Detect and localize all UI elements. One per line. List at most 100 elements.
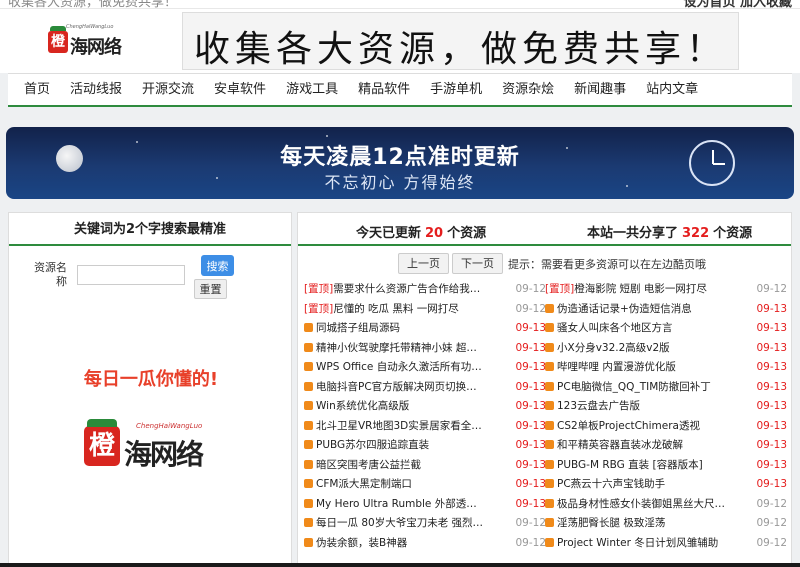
resource-date: 09-13 bbox=[515, 419, 546, 432]
resource-title[interactable]: 哔哩哔哩 内置漫游优化版 bbox=[557, 361, 676, 373]
list-item[interactable]: 电脑抖音PC官方版解决网页切换烦恼 09-13 bbox=[304, 378, 546, 398]
resource-title[interactable]: 极品身材性感女仆装御姐黑丝大尺度诱... bbox=[557, 498, 727, 510]
nav-item[interactable]: 首页 bbox=[24, 74, 50, 106]
resource-title[interactable]: PUBG-M RBG 直装 [容器版本] bbox=[557, 459, 703, 471]
resource-title[interactable]: 同城搭子组局源码 bbox=[316, 322, 400, 334]
list-item[interactable]: CS2单板ProjectChimera透视 09-13 bbox=[545, 417, 787, 437]
resource-title[interactable]: My Hero Ultra Rumble 外部透视自... bbox=[316, 498, 486, 510]
list-item[interactable]: Project Winter 冬日计划风雏辅助 09-12 bbox=[545, 534, 787, 554]
list-item[interactable]: 和平精英容器直装冰龙破解 09-13 bbox=[545, 436, 787, 456]
resource-title[interactable]: 淫荡肥臀长腿 极致淫荡 bbox=[557, 517, 665, 529]
resource-date: 09-12 bbox=[515, 283, 546, 295]
nav-item[interactable]: 活动线报 bbox=[70, 74, 122, 106]
resource-title[interactable]: 和平精英容器直装冰龙破解 bbox=[557, 439, 683, 451]
list-item[interactable]: 每日一瓜 80岁大爷宝刀未老 强烈推荐... 09-12 bbox=[304, 514, 546, 534]
list-item[interactable]: 北斗卫星VR地图3D实景居家看全球景... 09-13 bbox=[304, 417, 546, 437]
resource-icon bbox=[304, 401, 313, 410]
resource-title[interactable]: 每日一瓜 80岁大爷宝刀未老 强烈推荐... bbox=[316, 517, 486, 529]
resource-title[interactable]: CS2单板ProjectChimera透视 bbox=[557, 420, 700, 432]
search-button[interactable]: 搜索 bbox=[201, 255, 234, 276]
resource-date: 09-13 bbox=[515, 341, 546, 354]
resource-icon bbox=[304, 362, 313, 371]
resource-date: 09-13 bbox=[756, 439, 787, 451]
list-item[interactable]: My Hero Ultra Rumble 外部透视自... 09-13 bbox=[304, 495, 546, 515]
list-item[interactable]: PC电脑微信_QQ_TIM防撤回补丁 09-13 bbox=[545, 378, 787, 398]
list-item[interactable]: 精神小伙驾驶摩托带精神小妹 超速行... 09-13 bbox=[304, 339, 546, 359]
bottom-bar bbox=[0, 563, 800, 567]
list-item[interactable]: Win系统优化高级版 09-13 bbox=[304, 397, 546, 417]
resource-date: 09-13 bbox=[515, 322, 546, 334]
search-input[interactable] bbox=[77, 265, 185, 285]
list-item[interactable]: 骚女人叫床各个地区方言 09-13 bbox=[545, 319, 787, 339]
resource-icon bbox=[545, 381, 554, 391]
list-item[interactable]: WPS Office 自动永久激活所有功能可用 09-13 bbox=[304, 358, 546, 378]
resource-title[interactable]: 骚女人叫床各个地区方言 bbox=[557, 322, 673, 334]
resource-date: 09-12 bbox=[756, 517, 787, 529]
prev-page-button[interactable]: 上一页 bbox=[398, 253, 449, 274]
list-item[interactable]: 暗区突围考唐公益拦截 09-13 bbox=[304, 456, 546, 476]
resource-date: 09-13 bbox=[756, 322, 787, 334]
resource-title[interactable]: PC燕云十六声宝钱助手 bbox=[557, 478, 665, 490]
resource-title[interactable]: 尼懂的 吃瓜 黑料 一网打尽 bbox=[333, 303, 459, 315]
reset-button[interactable]: 重置 bbox=[194, 279, 227, 299]
main-nav: 首页 活动线报 开源交流 安卓软件 游戏工具 精品软件 手游单机 资源杂烩 新闻趣事 站内文章 bbox=[8, 73, 792, 107]
panel-logo-text: 海网络 bbox=[124, 438, 204, 471]
resource-icon bbox=[304, 420, 313, 430]
list-item[interactable]: 小X分身v32.2高级v2版 09-13 bbox=[545, 339, 787, 359]
top-strip-links[interactable]: 设为首页 加入收藏 bbox=[683, 0, 792, 8]
list-item[interactable]: 极品身材性感女仆装御姐黑丝大尺度诱... 09-12 bbox=[545, 495, 787, 515]
resource-title[interactable]: Project Winter 冬日计划风雏辅助 bbox=[557, 537, 718, 549]
resource-title[interactable]: 暗区突围考唐公益拦截 bbox=[316, 459, 421, 471]
resource-title[interactable]: 123云盘去广告版 bbox=[557, 400, 640, 412]
list-item[interactable]: 123云盘去广告版 09-13 bbox=[545, 397, 787, 417]
resource-list-right: [置顶]橙海影院 短剧 电影一网打尽 09-12 伪造通话记录+伪造短信消息 09-1… bbox=[545, 280, 787, 553]
list-item[interactable]: [置顶]橙海影院 短剧 电影一网打尽 09-12 bbox=[545, 280, 787, 300]
resource-title[interactable]: CFM派大黑定制端口 bbox=[316, 478, 412, 490]
resource-title[interactable]: 需要求什么资源广告合作给我留言 ... bbox=[333, 283, 486, 295]
nav-item[interactable]: 安卓软件 bbox=[214, 74, 266, 106]
hero-title: 每天凌晨12点准时更新 bbox=[280, 145, 520, 170]
resource-icon bbox=[304, 518, 313, 527]
list-item[interactable]: PUBG-M RBG 直装 [容器版本] 09-13 bbox=[545, 456, 787, 476]
nav-item[interactable]: 开源交流 bbox=[142, 74, 194, 106]
resource-title[interactable]: 电脑抖音PC官方版解决网页切换烦恼 bbox=[316, 381, 486, 393]
list-item[interactable]: 淫荡肥臀长腿 极致淫荡 09-12 bbox=[545, 514, 787, 534]
resource-icon bbox=[304, 537, 313, 547]
nav-item[interactable]: 站内文章 bbox=[646, 74, 698, 106]
resource-title[interactable]: 伪造通话记录+伪造短信消息 bbox=[557, 303, 692, 315]
list-item[interactable]: 伪造通话记录+伪造短信消息 09-13 bbox=[545, 300, 787, 320]
resource-title[interactable]: PC电脑微信_QQ_TIM防撤回补丁 bbox=[557, 381, 711, 393]
next-page-button[interactable]: 下一页 bbox=[452, 253, 503, 274]
resource-icon bbox=[304, 440, 313, 449]
nav-item[interactable]: 手游单机 bbox=[430, 74, 482, 106]
resource-title[interactable]: WPS Office 自动永久激活所有功能可用 bbox=[316, 361, 486, 373]
site-header: ChengHaiWangLuo 橙 海网络 收集各大资源，做免费共享！ bbox=[0, 9, 800, 73]
list-item[interactable]: PC燕云十六声宝钱助手 09-13 bbox=[545, 475, 787, 495]
list-item[interactable]: CFM派大黑定制端口 09-13 bbox=[304, 475, 546, 495]
resource-icon bbox=[545, 537, 554, 547]
resource-title[interactable]: 橙海影院 短剧 电影一网打尽 bbox=[574, 283, 707, 295]
resource-title[interactable]: 伪装余额，装B神器 bbox=[316, 537, 407, 549]
resource-title[interactable]: Win系统优化高级版 bbox=[316, 400, 409, 412]
list-item[interactable]: PUBG苏尔四服追踪直装 09-13 bbox=[304, 436, 546, 456]
resource-title[interactable]: 小X分身v32.2高级v2版 bbox=[557, 342, 670, 354]
nav-item[interactable]: 资源杂烩 bbox=[502, 74, 554, 106]
pager-tip: 提示：需要看更多资源可以在左边酷页哦 bbox=[508, 258, 706, 271]
logo-pinyin: ChengHaiWangLuo bbox=[66, 24, 114, 30]
list-item[interactable]: [置顶]尼懂的 吃瓜 黑料 一网打尽 09-12 bbox=[304, 300, 546, 320]
resource-title[interactable]: 精神小伙驾驶摩托带精神小妹 超速行... bbox=[316, 342, 486, 354]
list-item[interactable]: 哔哩哔哩 内置漫游优化版 09-13 bbox=[545, 358, 787, 378]
list-item[interactable]: 伪装余额，装B神器 09-12 bbox=[304, 534, 546, 554]
resource-date: 09-13 bbox=[756, 419, 787, 432]
resource-title[interactable]: 北斗卫星VR地图3D实景居家看全球景... bbox=[316, 420, 486, 432]
resource-title[interactable]: PUBG苏尔四服追踪直装 bbox=[316, 439, 429, 451]
nav-item[interactable]: 精品软件 bbox=[358, 74, 410, 106]
site-logo[interactable]: ChengHaiWangLuo 橙 海网络 bbox=[48, 23, 130, 63]
panel-logo-pinyin: ChengHaiWangLuo bbox=[136, 422, 203, 430]
list-item[interactable]: [置顶]需要求什么资源广告合作给我留言 ... 09-12 bbox=[304, 280, 546, 300]
nav-item[interactable]: 游戏工具 bbox=[286, 74, 338, 106]
list-item[interactable]: 同城搭子组局源码 09-13 bbox=[304, 319, 546, 339]
nav-item[interactable]: 新闻趣事 bbox=[574, 74, 626, 106]
today-count: 20 bbox=[425, 226, 444, 241]
pinned-tag: [置顶] bbox=[304, 302, 334, 315]
